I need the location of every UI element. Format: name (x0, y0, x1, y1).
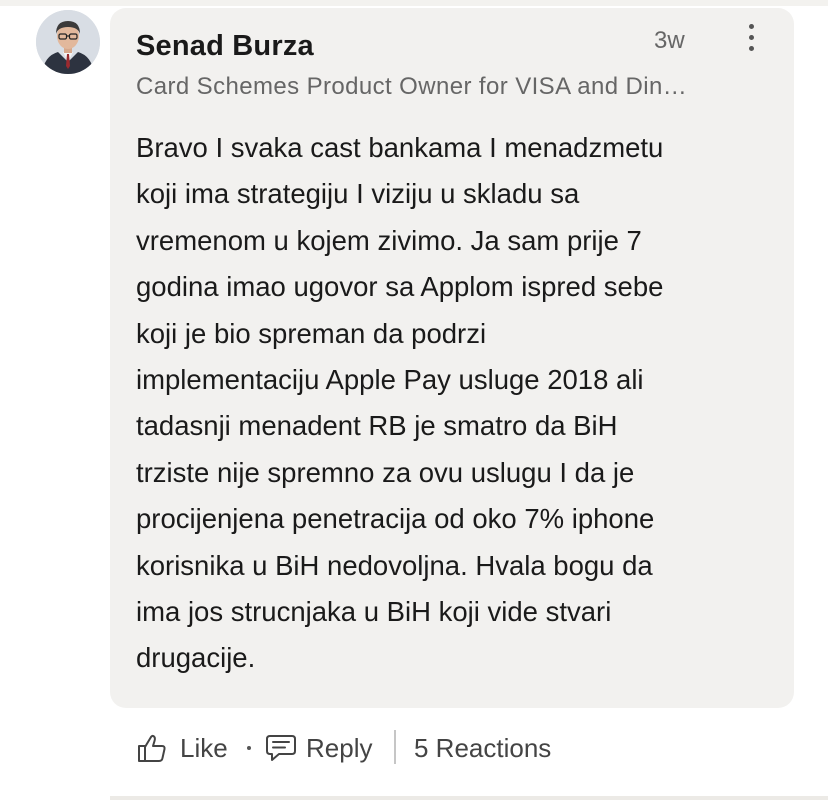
author-avatar[interactable] (36, 10, 100, 74)
comment-line: implementaciju Apple Pay usluge 2018 ali (136, 364, 644, 396)
reply-button[interactable]: Reply (264, 728, 372, 768)
comment-line: vremenom u kojem zivimo. Ja sam prije 7 (136, 224, 642, 256)
comment-timestamp: 3w (654, 27, 685, 54)
reactions-label: 5 Reactions (414, 732, 552, 763)
action-separator-dot (247, 746, 251, 750)
comment-line: trziste nije spremno za ovu uslugu I da … (136, 456, 635, 488)
comment-line: tadasnji menadent RB je smatro da BiH (136, 410, 618, 442)
comment-line: godina imao ugovor sa Applom ispred sebe (136, 271, 664, 303)
comment-line: Bravo I svaka cast bankama I menadzmetu (136, 132, 664, 163)
bottom-divider (110, 796, 828, 800)
comment-line: procijenjena penetracija od oko 7% iphon… (136, 503, 655, 535)
actions-divider (394, 730, 396, 764)
author-headline: Card Schemes Product Owner for VISA and … (136, 73, 688, 100)
like-label: Like (180, 732, 228, 763)
avatar-photo (36, 10, 100, 74)
comment-body: Bravo I svaka cast bankama I menadzmetu … (136, 125, 776, 682)
comment-line: ima jos strucnjaka u BiH koji vide stvar… (136, 596, 612, 628)
top-divider (0, 0, 828, 6)
comment-line: koji je bio spreman da podrzi (136, 317, 487, 349)
reactions-count[interactable]: 5 Reactions (414, 728, 551, 768)
comment-line: drugacije. (136, 642, 256, 674)
reply-label: Reply (306, 732, 373, 763)
comment-actions: Like Reply 5 Reactions (136, 728, 756, 768)
more-vertical-icon[interactable] (739, 24, 763, 58)
author-name[interactable]: Senad Burza (136, 30, 314, 63)
like-button[interactable]: Like (136, 728, 228, 768)
speech-bubble-icon (266, 735, 296, 761)
comment-line: koji ima strategiju I viziju u skladu sa (136, 178, 580, 210)
thumbs-up-icon (138, 734, 166, 762)
comment-screen: Senad Burza 3w Card Schemes Product Owne… (0, 0, 828, 800)
comment-line: korisnika u BiH nedovoljna. Hvala bogu d… (136, 549, 653, 581)
